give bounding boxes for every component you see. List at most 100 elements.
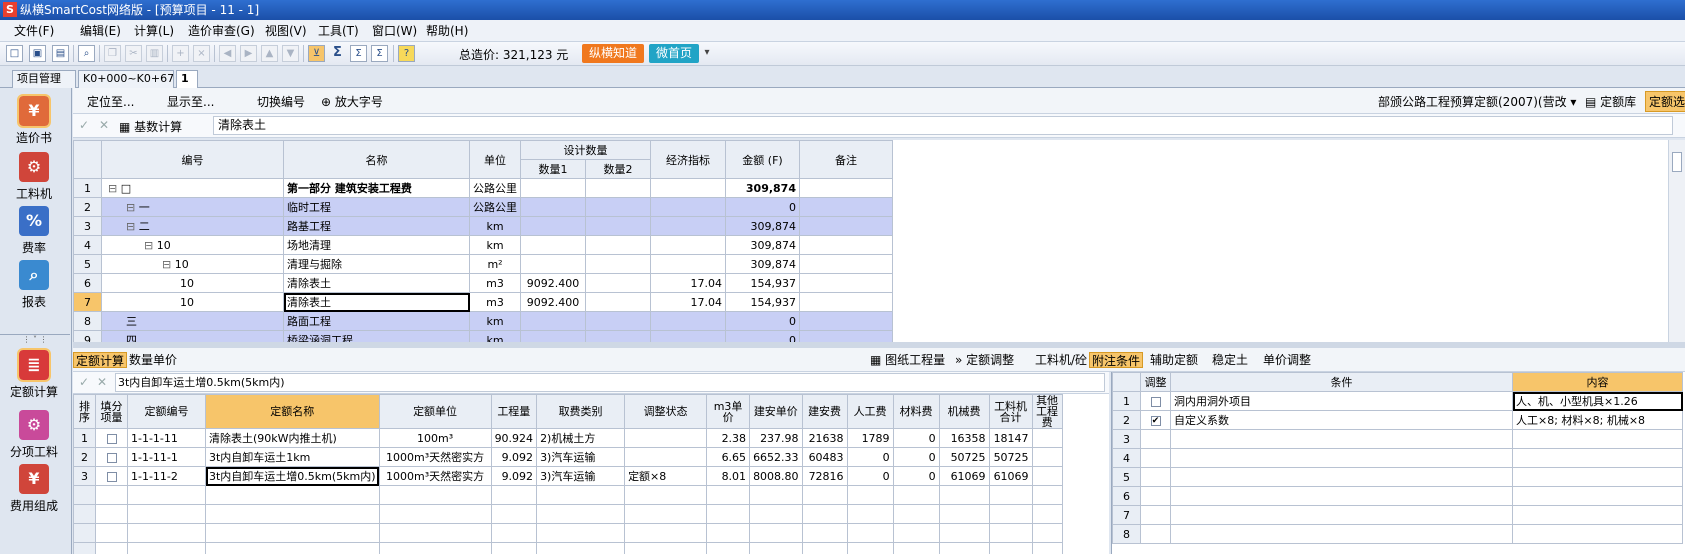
menu-window[interactable]: 窗口(W) (372, 20, 417, 42)
econ-cell[interactable] (650, 311, 726, 331)
tab-material-concrete[interactable]: 工料机/砼 (1033, 352, 1089, 368)
note-cell[interactable] (799, 273, 893, 293)
unit-cell[interactable]: km (469, 330, 521, 342)
quota-cell[interactable] (624, 428, 708, 448)
adjust-cell[interactable] (1140, 524, 1171, 544)
base-calc-button[interactable]: ▦ 基数计算 (119, 118, 182, 135)
tree-toggle-icon[interactable]: ⊟ (144, 239, 157, 252)
nav-fee-compose[interactable]: ¥ 费用组成 (0, 464, 68, 514)
econ-cell[interactable] (650, 178, 726, 198)
name-cell[interactable]: 清除表土 (283, 292, 470, 312)
sum-icon[interactable]: Σ (329, 45, 346, 62)
tree-toggle-icon[interactable]: ⊟ (108, 182, 121, 195)
row-number[interactable]: 2 (73, 197, 102, 217)
unit-cell[interactable]: 公路公里 (469, 197, 521, 217)
qty1-cell[interactable] (520, 216, 586, 236)
nav-quota-calc[interactable]: ≣ 定额计算 (0, 348, 68, 400)
qty2-cell[interactable] (585, 197, 651, 217)
adjust-cell[interactable] (1140, 467, 1171, 487)
quota-cell[interactable]: 0 (892, 466, 940, 486)
table-row[interactable]: 6 (1112, 486, 1683, 506)
econ-cell[interactable] (650, 197, 726, 217)
preview-icon[interactable]: ⌕ (78, 45, 95, 62)
adjust-cell[interactable] (1140, 448, 1171, 468)
menu-calc[interactable]: 计算(L) (134, 20, 174, 42)
help-icon[interactable]: ? (398, 45, 415, 62)
quota-cell[interactable]: 50725 (988, 447, 1033, 467)
note-cell[interactable] (799, 311, 893, 331)
unit-cell[interactable]: km (469, 235, 521, 255)
condition-cell[interactable] (1170, 505, 1513, 525)
toolbar-overflow-icon[interactable]: ▾ (702, 45, 712, 62)
switch-code-button[interactable]: 切换编号 (257, 93, 305, 110)
quota-cell[interactable]: 8.01 (706, 466, 751, 486)
row-number[interactable]: 4 (1112, 448, 1141, 468)
qty2-cell[interactable] (585, 330, 651, 342)
table-row[interactable]: 4 ⊟ 10 场地清理 km 309,874 (73, 235, 893, 255)
table-row[interactable]: 7 (1112, 505, 1683, 525)
qty2-cell[interactable] (585, 311, 651, 331)
qty1-cell[interactable] (520, 235, 586, 255)
insert-icon[interactable]: + (172, 45, 189, 62)
name-cell[interactable]: 清除表土 (283, 273, 470, 293)
row-number[interactable]: 6 (1112, 486, 1141, 506)
row-number[interactable]: 6 (73, 273, 102, 293)
paste-icon[interactable]: ▥ (146, 45, 163, 62)
quota-cell[interactable]: 60483 (801, 447, 848, 467)
quota-cell[interactable]: 61069 (938, 466, 990, 486)
unit-cell[interactable]: m3 (469, 273, 521, 293)
content-cell[interactable]: 人工×8; 材料×8; 机械×8 (1512, 410, 1683, 430)
menu-view[interactable]: 视图(V) (265, 20, 307, 42)
tab-price-adjust[interactable]: 单价调整 (1261, 352, 1313, 368)
condition-cell[interactable] (1170, 448, 1513, 468)
nav-item-material[interactable]: ⚙ 分项工料 (0, 410, 68, 460)
nav-cost-book[interactable]: ¥ 造价书 (0, 94, 68, 146)
tab-stable-soil[interactable]: 稳定土 (1210, 352, 1250, 368)
qty1-cell[interactable] (520, 311, 586, 331)
col-design-qty[interactable]: 设计数量 (520, 140, 651, 160)
quota-cell[interactable]: 6.65 (706, 447, 751, 467)
col-qty1[interactable]: 数量1 (520, 159, 586, 179)
quota-col-header[interactable]: 其他工程费 (1031, 394, 1063, 429)
qty2-cell[interactable] (585, 216, 651, 236)
table-row[interactable]: 3 (1112, 429, 1683, 449)
tree-toggle-icon[interactable]: ⊟ (126, 201, 139, 214)
quota-cell[interactable]: 定额×8 (624, 466, 708, 486)
quota-cell[interactable]: 2)机械土方 (536, 428, 626, 448)
quota-cell[interactable]: 9.092 (490, 447, 538, 467)
adjust-cell[interactable] (1140, 429, 1171, 449)
quota-col-header[interactable]: 排序 (73, 394, 96, 429)
arrow-right-icon[interactable]: ▶ (240, 45, 257, 62)
quota-cell[interactable]: 90.924 (490, 428, 538, 448)
condition-cell[interactable]: 自定义系数 (1170, 410, 1513, 430)
quota-cell[interactable] (1031, 428, 1063, 448)
row-number[interactable]: 4 (73, 235, 102, 255)
qty1-cell[interactable]: 9092.400 (520, 273, 586, 293)
formula-input[interactable]: 清除表土 (213, 116, 1673, 135)
row-number[interactable]: 5 (73, 254, 102, 274)
econ-cell[interactable] (650, 216, 726, 236)
quota-col-header[interactable]: m3单价 (706, 394, 751, 429)
econ-cell[interactable] (650, 254, 726, 274)
menu-file[interactable]: 文件(F) (14, 20, 54, 42)
tab-aux-quota[interactable]: 辅助定额 (1148, 352, 1200, 368)
tab-project-manage[interactable]: 项目管理 (12, 70, 76, 88)
code-cell[interactable]: 三 (101, 311, 284, 331)
qty2-cell[interactable] (585, 178, 651, 198)
col-econ[interactable]: 经济指标 (650, 140, 726, 179)
econ-cell[interactable]: 17.04 (650, 273, 726, 293)
quota-lib-button[interactable]: ▤ 定额库 (1585, 93, 1636, 110)
table-row[interactable]: 3 1-1-11-2 3t内自卸车运土增0.5km(5km内) 1000m³天然密实方… (73, 466, 1063, 486)
quota-col-header[interactable]: 取费类别 (536, 394, 626, 429)
table-row[interactable]: 1 1-1-1-11 清除表土(90kW内推土机) 100m³ 90.924 2)机械土方… (73, 428, 1063, 448)
table-row[interactable]: 8 (1112, 524, 1683, 544)
unit-cell[interactable]: 公路公里 (469, 178, 521, 198)
confirm-icon[interactable]: ✓ (79, 118, 89, 132)
code-cell[interactable]: ⊟ 10 (101, 235, 284, 255)
quota-cell[interactable]: 清除表土(90kW内推土机) (205, 428, 380, 448)
amount-cell[interactable]: 154,937 (725, 292, 800, 312)
quota-col-header[interactable]: 填分项量 (95, 394, 128, 429)
code-cell[interactable]: 10 (101, 273, 284, 293)
unit-cell[interactable]: km (469, 216, 521, 236)
save-icon[interactable]: ▣ (29, 45, 46, 62)
